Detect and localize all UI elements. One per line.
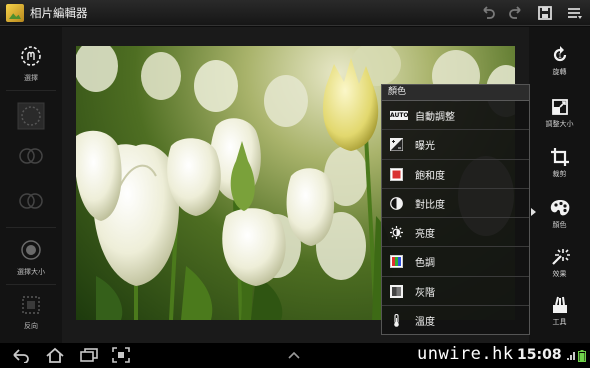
brush-size-label: 選擇大小 <box>17 268 45 276</box>
signal-icon <box>566 351 576 363</box>
menu-item-label: 對比度 <box>415 199 445 211</box>
temperature-icon <box>394 314 399 327</box>
invert-select-icon <box>22 296 40 314</box>
recent-apps-icon[interactable] <box>78 347 100 363</box>
menu-item-label: 曝光 <box>415 141 435 153</box>
menu-item-brightness[interactable]: 亮度 <box>382 218 529 248</box>
resize-label: 調整大小 <box>545 120 574 128</box>
undo-icon[interactable] <box>478 3 498 23</box>
double-circle-subtract-icon <box>19 193 43 209</box>
redo-icon[interactable] <box>506 3 526 23</box>
menu-item-saturation[interactable]: 飽和度 <box>382 160 529 189</box>
watermark-text: unwire.hk <box>417 344 514 364</box>
clock: 15:08 <box>517 347 562 363</box>
menu-item-label: 自動調整 <box>415 112 455 123</box>
menu-icon[interactable] <box>564 3 584 23</box>
menu-item-label: 亮度 <box>415 229 435 241</box>
brush-size-button[interactable]: 選擇大小 <box>0 239 62 277</box>
menu-item-grayscale[interactable]: 灰階 <box>382 277 529 307</box>
expand-up-icon[interactable] <box>286 347 302 363</box>
auto-adjust-icon: AUTO <box>390 111 409 120</box>
color-label: 顏色 <box>552 221 567 229</box>
photo-app-icon[interactable] <box>6 4 24 22</box>
effects-icon <box>529 247 590 267</box>
hue-icon <box>390 255 403 269</box>
system-nav-bar: unwire.hk 15:08 <box>0 343 590 368</box>
circle-select-icon <box>17 102 45 130</box>
menu-item-contrast[interactable]: 對比度 <box>382 189 529 219</box>
brush-size-icon <box>21 240 41 260</box>
divider <box>6 227 56 228</box>
double-circle-add-icon <box>19 148 43 164</box>
menu-item-label: 飽和度 <box>415 170 445 182</box>
brightness-icon <box>390 226 403 240</box>
edit-tools-panel: 1 旋轉 調整大小 裁剪 顏色 效果 工具 <box>529 27 590 343</box>
color-menu: 顏色 AUTO 自動調整 曝光 飽和度 對比度 亮度 色調 灰階 溫度 <box>381 84 530 335</box>
selection-toolbar: 選擇 選擇大小 反向 <box>0 27 62 343</box>
menu-item-exposure[interactable]: 曝光 <box>382 130 529 160</box>
resize-button[interactable]: 調整大小 <box>529 97 590 129</box>
menu-item-auto-adjust[interactable]: AUTO 自動調整 <box>382 101 529 131</box>
tools-button[interactable]: 工具 <box>529 295 590 327</box>
add-select-button[interactable] <box>0 145 62 171</box>
rotate-icon: 1 <box>529 45 590 65</box>
menu-item-temperature[interactable]: 溫度 <box>382 306 529 335</box>
crop-icon <box>529 147 590 167</box>
menu-item-label: 溫度 <box>415 317 435 329</box>
title-bar: 相片編輯器 <box>0 0 590 26</box>
app-title: 相片編輯器 <box>30 6 88 20</box>
lasso-select-icon <box>21 46 41 66</box>
color-menu-title: 顏色 <box>382 85 529 101</box>
rotate-label: 旋轉 <box>552 68 567 76</box>
battery-icon <box>578 350 586 364</box>
svg-text:1: 1 <box>558 53 562 60</box>
menu-item-label: 色調 <box>415 258 435 270</box>
resize-icon <box>529 97 590 117</box>
screenshot-icon[interactable] <box>112 347 130 363</box>
divider <box>6 90 56 91</box>
grayscale-icon <box>390 284 403 298</box>
tools-label: 工具 <box>552 318 567 326</box>
circle-select-button[interactable] <box>0 102 62 134</box>
crop-button[interactable]: 裁剪 <box>529 147 590 179</box>
invert-select-label: 反向 <box>24 322 38 330</box>
saturation-icon <box>390 167 403 181</box>
rotate-button[interactable]: 1 旋轉 <box>529 45 590 77</box>
tools-icon <box>529 295 590 315</box>
exposure-icon <box>390 138 403 152</box>
effects-button[interactable]: 效果 <box>529 247 590 279</box>
subtract-select-button[interactable] <box>0 190 62 216</box>
select-tool-button[interactable]: 選擇 <box>0 45 62 83</box>
contrast-icon <box>390 196 403 210</box>
effects-label: 效果 <box>552 270 567 278</box>
menu-item-label: 灰階 <box>415 287 435 299</box>
crop-label: 裁剪 <box>552 170 567 178</box>
select-tool-label: 選擇 <box>24 74 38 82</box>
invert-select-button[interactable]: 反向 <box>0 295 62 331</box>
save-icon[interactable] <box>535 3 555 23</box>
color-button[interactable]: 顏色 <box>529 198 590 230</box>
palette-icon <box>529 198 590 218</box>
home-icon[interactable] <box>44 347 66 363</box>
menu-item-hue[interactable]: 色調 <box>382 247 529 277</box>
back-icon[interactable] <box>10 347 32 364</box>
divider <box>6 284 56 285</box>
